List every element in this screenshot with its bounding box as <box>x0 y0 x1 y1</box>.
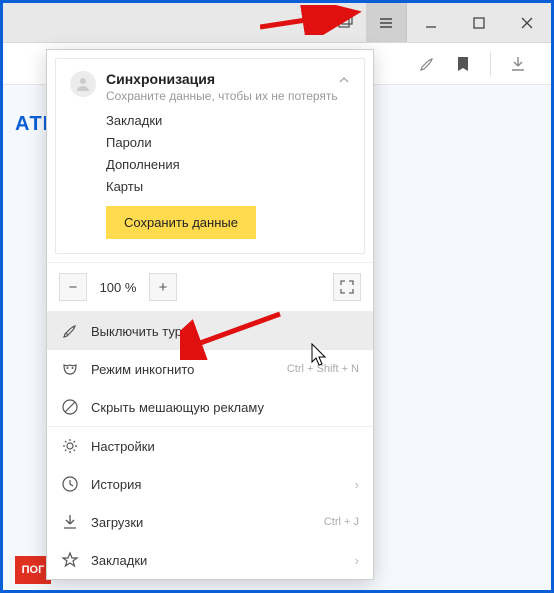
save-data-button[interactable]: Сохранить данные <box>106 206 256 239</box>
chevron-up-icon <box>338 74 350 86</box>
downloads-button[interactable] <box>509 55 527 73</box>
bookmark-icon <box>454 55 472 73</box>
gear-icon <box>61 437 79 455</box>
sync-link-cards[interactable]: Карты <box>106 179 350 194</box>
menu-item-label: Выключить турбо <box>91 324 197 339</box>
download-icon <box>61 513 79 531</box>
block-icon <box>61 398 79 416</box>
menu-item-shortcut: Ctrl + J <box>324 516 359 528</box>
star-icon <box>61 551 79 569</box>
stack-icon <box>338 15 354 31</box>
zoom-out-button[interactable]: − <box>59 273 87 301</box>
menu-item-bookmarks[interactable]: Закладки › <box>47 541 373 579</box>
menu-item-shortcut: Ctrl + Shift + N <box>287 363 359 375</box>
tab-stack-button[interactable] <box>326 3 366 42</box>
sync-card: Синхронизация Сохраните данные, чтобы их… <box>55 58 365 254</box>
minimize-icon <box>423 15 439 31</box>
menu-item-label: История <box>91 477 141 492</box>
menu-item-history[interactable]: История › <box>47 465 373 503</box>
menu-item-hide-ads[interactable]: Скрыть мешающую рекламу <box>47 388 373 426</box>
maximize-icon <box>471 15 487 31</box>
history-icon <box>61 475 79 493</box>
rocket-icon <box>61 322 79 340</box>
chevron-right-icon: › <box>355 553 359 568</box>
turbo-rocket-button[interactable] <box>418 55 436 73</box>
sync-link-bookmarks[interactable]: Закладки <box>106 113 350 128</box>
menu-item-label: Загрузки <box>91 515 143 530</box>
menu-item-label: Закладки <box>91 553 147 568</box>
menu-item-incognito[interactable]: Режим инкогнито Ctrl + Shift + N <box>47 350 373 388</box>
menu-item-settings[interactable]: Настройки <box>47 427 373 465</box>
user-icon <box>75 76 91 92</box>
toolbar-separator <box>490 52 491 76</box>
minimize-button[interactable] <box>407 3 455 42</box>
hamburger-icon <box>378 15 394 31</box>
sync-link-addons[interactable]: Дополнения <box>106 157 350 172</box>
sync-link-passwords[interactable]: Пароли <box>106 135 350 150</box>
rocket-icon <box>418 55 436 73</box>
maximize-button[interactable] <box>455 3 503 42</box>
sync-title: Синхронизация <box>106 71 338 87</box>
mask-icon <box>61 360 79 378</box>
close-icon <box>519 15 535 31</box>
close-button[interactable] <box>503 3 551 42</box>
sync-subtitle: Сохраните данные, чтобы их не потерять <box>106 89 338 103</box>
chevron-right-icon: › <box>355 477 359 492</box>
zoom-in-button[interactable]: + <box>149 273 177 301</box>
zoom-row: − 100 % + <box>47 262 373 311</box>
menu-item-label: Настройки <box>91 439 155 454</box>
main-menu-button[interactable] <box>366 3 406 42</box>
bookmark-button[interactable] <box>454 55 472 73</box>
main-menu-popup: Синхронизация Сохраните данные, чтобы их… <box>46 49 374 580</box>
collapse-button[interactable] <box>338 73 350 91</box>
window-titlebar <box>3 3 551 43</box>
menu-item-label: Режим инкогнито <box>91 362 194 377</box>
avatar <box>70 71 96 97</box>
fullscreen-button[interactable] <box>333 273 361 301</box>
menu-item-turbo[interactable]: Выключить турбо <box>47 312 373 350</box>
menu-item-label: Скрыть мешающую рекламу <box>91 400 264 415</box>
download-icon <box>509 55 527 73</box>
zoom-value: 100 % <box>93 280 143 295</box>
fullscreen-icon <box>340 280 354 294</box>
menu-item-downloads[interactable]: Загрузки Ctrl + J <box>47 503 373 541</box>
